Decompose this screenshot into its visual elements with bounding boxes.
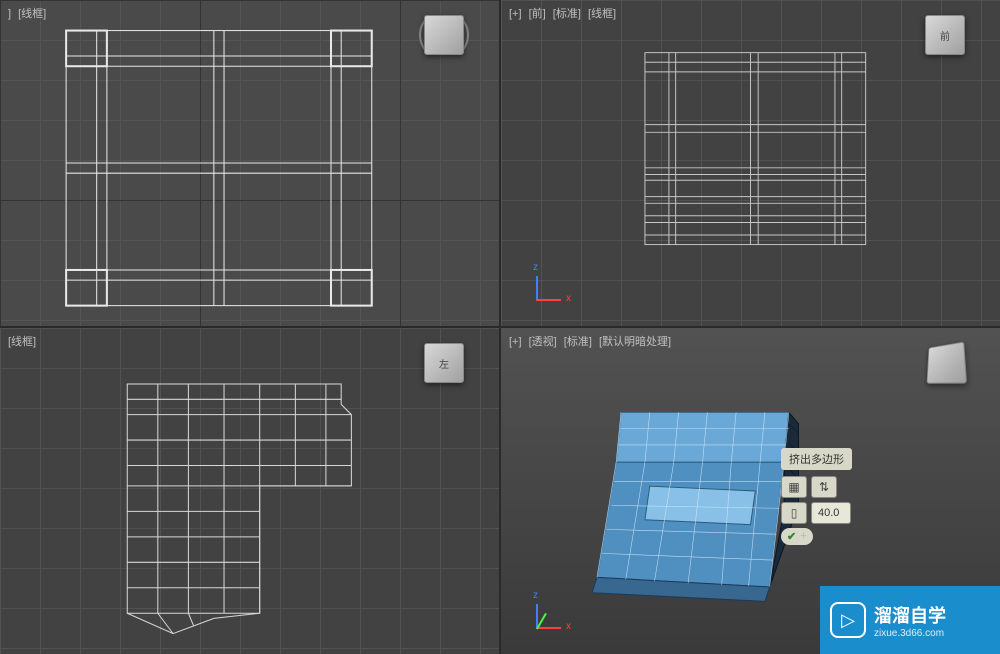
extrude-caddy: 挤出多边形 ▦ ⇅ ▯ 40.0 ✔ +: [781, 448, 852, 549]
viewport-label-left[interactable]: [线框]: [8, 333, 40, 349]
view-cube-top[interactable]: [424, 15, 474, 65]
watermark-url: zixue.3d66.com: [874, 628, 946, 639]
viewport-top[interactable]: ] [线框]: [0, 0, 499, 326]
caddy-title: 挤出多边形: [781, 448, 852, 470]
viewport-left[interactable]: [线框] 左: [0, 328, 499, 654]
viewport-label-top[interactable]: ] [线框]: [8, 5, 50, 21]
watermark-banner: ▷ 溜溜自学 zixue.3d66.com: [820, 586, 1000, 654]
play-icon: ▷: [830, 602, 866, 638]
viewport-grid: ] [线框]: [0, 0, 1000, 654]
watermark-title: 溜溜自学: [874, 602, 946, 628]
axis-gizmo-front[interactable]: [521, 271, 561, 311]
axis-gizmo-perspective[interactable]: [521, 599, 561, 639]
caddy-spinner-toggle[interactable]: ⇅: [811, 476, 837, 498]
viewport-label-perspective[interactable]: [+] [透视] [标准] [默认明暗处理]: [509, 333, 675, 349]
caddy-height-icon[interactable]: ▯: [781, 502, 807, 524]
view-cube-perspective[interactable]: [925, 343, 975, 393]
caddy-plus-icon[interactable]: +: [800, 530, 806, 543]
caddy-value-input[interactable]: 40.0: [811, 502, 851, 524]
caddy-mode-button[interactable]: ▦: [781, 476, 807, 498]
caddy-confirm-icon[interactable]: ✔: [787, 530, 796, 543]
view-cube-left[interactable]: 左: [424, 343, 474, 393]
viewport-front[interactable]: [+] [前] [标准] [线框] 前: [501, 0, 1000, 326]
viewport-label-front[interactable]: [+] [前] [标准] [线框]: [509, 5, 620, 21]
view-cube-front[interactable]: 前: [925, 15, 975, 65]
